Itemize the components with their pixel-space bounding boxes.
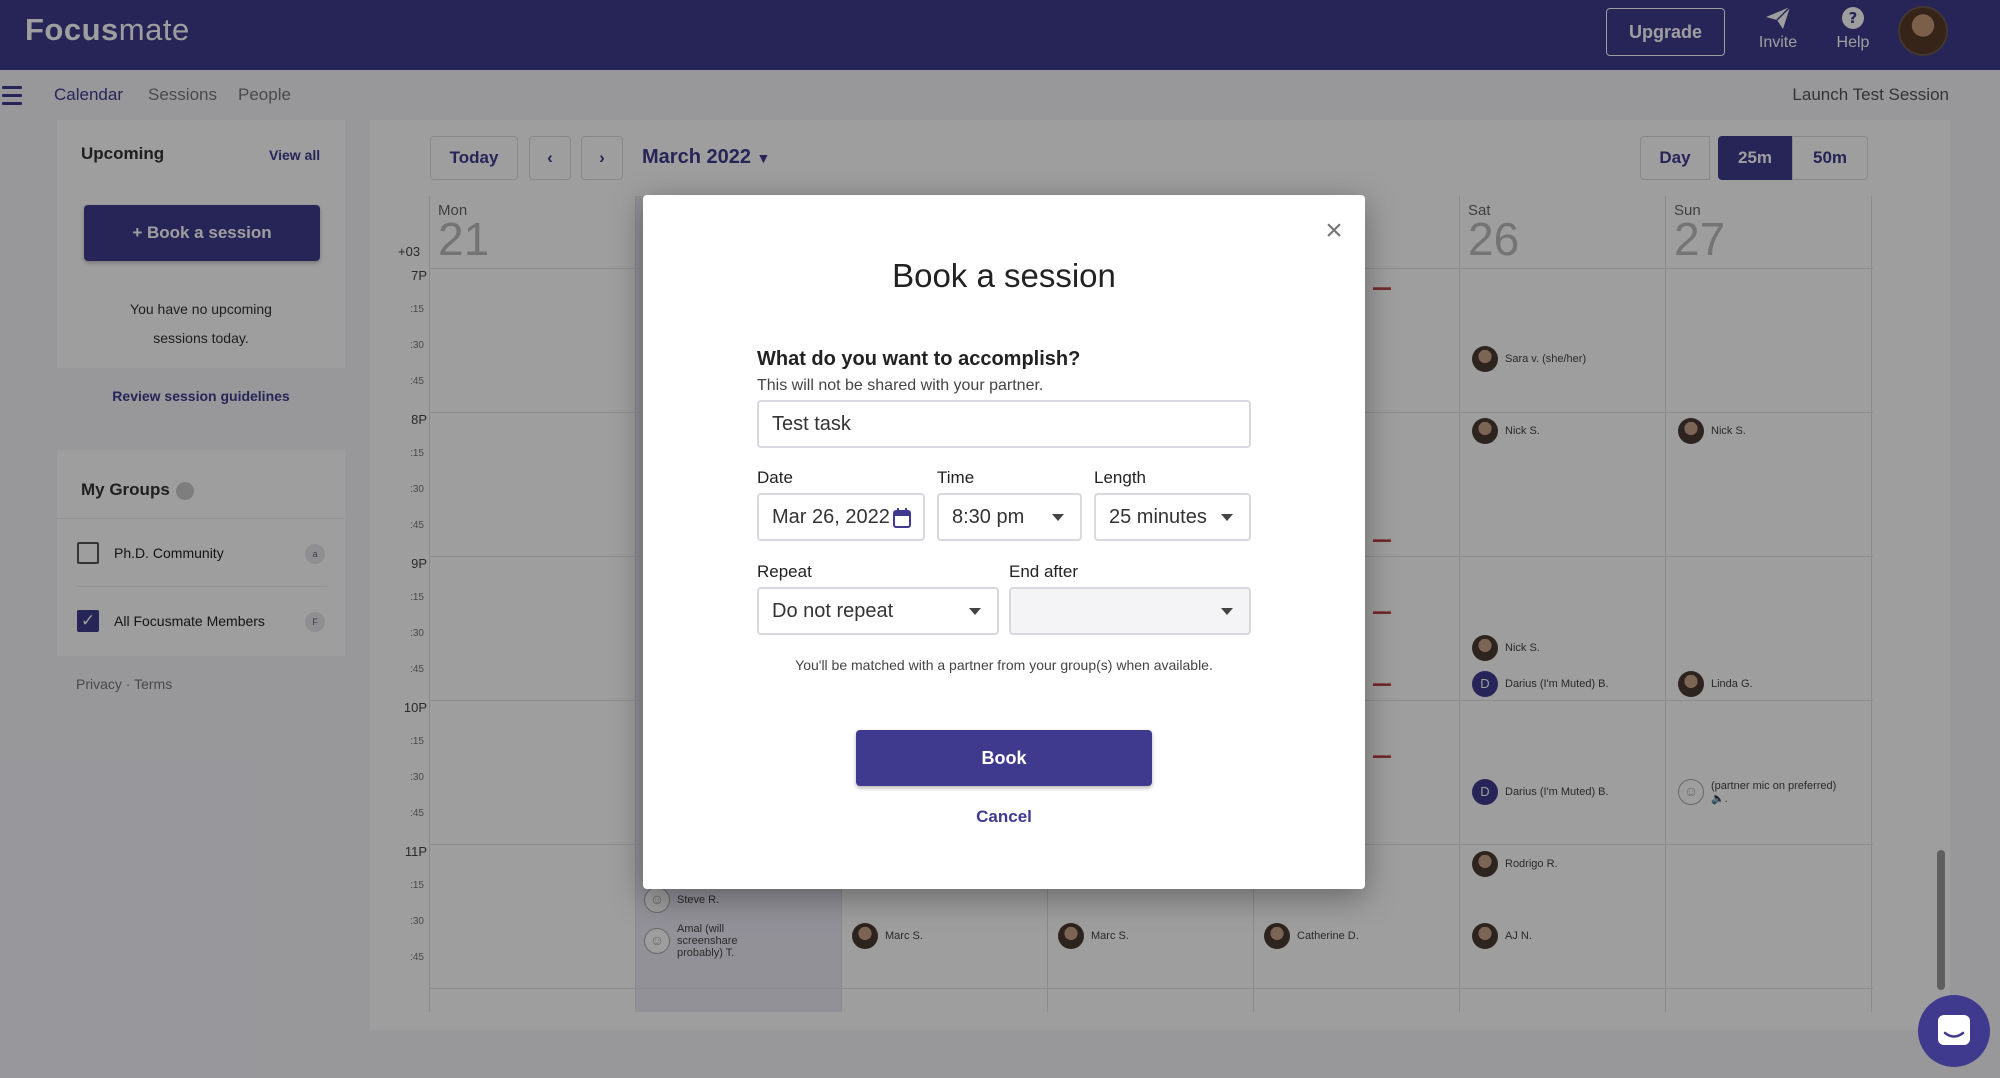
end-after-label: End after	[1009, 562, 1078, 581]
task-question-hint: This will not be shared with your partne…	[757, 377, 1044, 394]
end-after-select[interactable]	[1009, 587, 1251, 635]
date-label: Date	[757, 468, 793, 487]
calendar-icon[interactable]	[893, 508, 911, 528]
close-icon[interactable]: ×	[1316, 213, 1352, 249]
caret-down-icon	[1221, 514, 1233, 521]
length-label: Length	[1094, 468, 1146, 487]
chat-launcher-button[interactable]	[1918, 995, 1990, 1067]
caret-down-icon	[969, 608, 981, 615]
caret-down-icon	[1052, 514, 1064, 521]
modal-title: Book a session	[892, 257, 1116, 294]
length-select[interactable]: 25 minutes	[1094, 493, 1251, 541]
chat-icon	[1938, 1015, 1970, 1045]
time-label: Time	[937, 468, 975, 487]
time-select[interactable]: 8:30 pm	[937, 493, 1082, 541]
repeat-select[interactable]: Do not repeat	[757, 587, 999, 635]
caret-down-icon	[1221, 608, 1233, 615]
book-session-modal: × Book a session What do you want to acc…	[643, 195, 1365, 889]
cancel-link[interactable]: Cancel	[643, 807, 1365, 827]
task-input[interactable]: Test task	[757, 400, 1251, 448]
date-field[interactable]: Mar 26, 2022	[757, 493, 925, 541]
book-button[interactable]: Book	[856, 730, 1152, 786]
task-question-label: What do you want to accomplish?	[757, 348, 1081, 370]
repeat-label: Repeat	[757, 562, 812, 581]
matching-note: You'll be matched with a partner from yo…	[795, 657, 1213, 673]
